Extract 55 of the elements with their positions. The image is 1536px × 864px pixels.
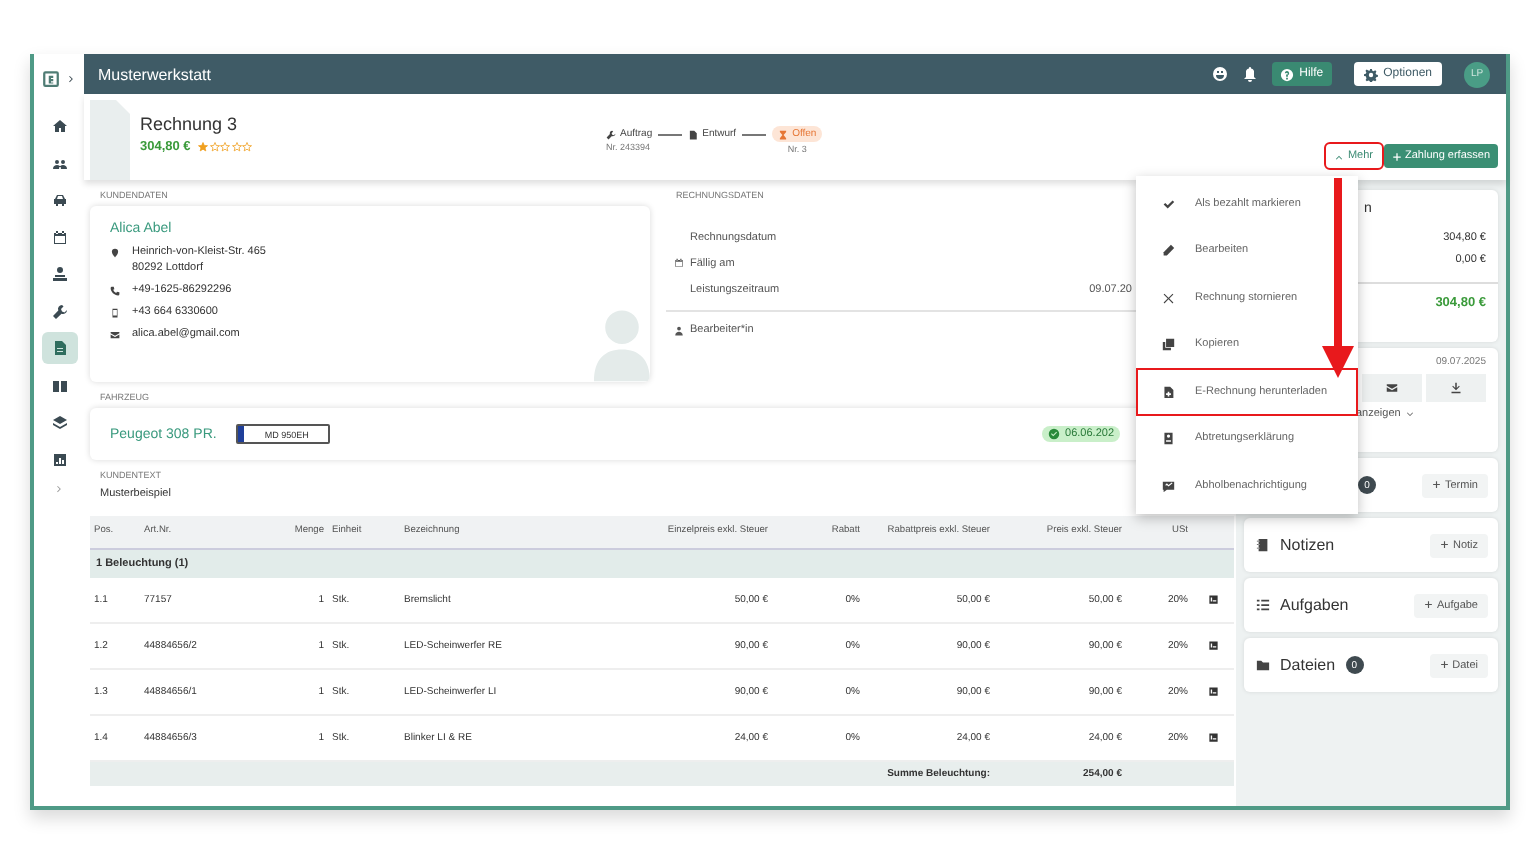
plus-icon [1439, 540, 1449, 550]
wrench-icon [51, 303, 67, 319]
chevron-icon [66, 73, 76, 83]
chat-icon [1162, 479, 1175, 492]
chevron-icon [54, 484, 64, 494]
person-hand-icon [51, 266, 67, 282]
file-icon [1162, 385, 1175, 398]
close-icon [1162, 291, 1175, 304]
calendar-icon [51, 229, 67, 245]
panel-title: Dateien [1280, 656, 1336, 674]
caret-icon [1333, 151, 1344, 161]
window-title: Musterwerkstatt [98, 65, 211, 83]
smiley-icon [1211, 66, 1228, 82]
caret-icon [1406, 410, 1415, 418]
pencil-icon [1162, 244, 1175, 257]
check-icon [1162, 197, 1175, 210]
document-drawing [90, 100, 130, 180]
invoice-title: Rechnung 3 [140, 114, 240, 134]
mail-icon [1386, 382, 1398, 394]
hourglass-icon [778, 129, 789, 139]
calendar-icon [673, 258, 683, 268]
document-icon [51, 340, 67, 356]
mail-icon [110, 330, 120, 340]
car-icon [51, 192, 67, 208]
help-icon [1279, 67, 1294, 81]
layers-icon [51, 414, 67, 430]
chart-icon [51, 451, 67, 467]
wrench-icon [606, 129, 616, 139]
plus-icon [1424, 600, 1433, 610]
download-icon [1450, 382, 1462, 394]
copy-icon [1162, 338, 1175, 351]
panel-title: Notizen [1280, 536, 1335, 554]
id-card-icon [1162, 432, 1175, 445]
settings-icon [1363, 67, 1378, 81]
plus-icon [1431, 480, 1441, 490]
book-icon [51, 377, 67, 393]
avatar-silhouette-drawing [594, 306, 650, 382]
star-filled-icon [198, 142, 209, 152]
logo-icon [42, 69, 60, 87]
map-pin-icon [110, 248, 120, 258]
folder-icon [1256, 658, 1270, 672]
person-icon [673, 325, 683, 335]
document-icon [688, 129, 699, 139]
bell-icon [1241, 66, 1258, 82]
users-icon [51, 155, 67, 171]
plus-icon [1391, 151, 1401, 161]
mail-button[interactable] [1362, 374, 1422, 402]
mobile-icon [110, 308, 120, 318]
plus-icon [1439, 660, 1449, 670]
panel-title: Aufgaben [1280, 596, 1349, 614]
list-icon [1256, 598, 1270, 612]
home-icon [51, 118, 67, 134]
sidebar-item[interactable] [41, 332, 77, 364]
notebook-icon [1256, 538, 1270, 552]
phone-icon [110, 286, 120, 296]
